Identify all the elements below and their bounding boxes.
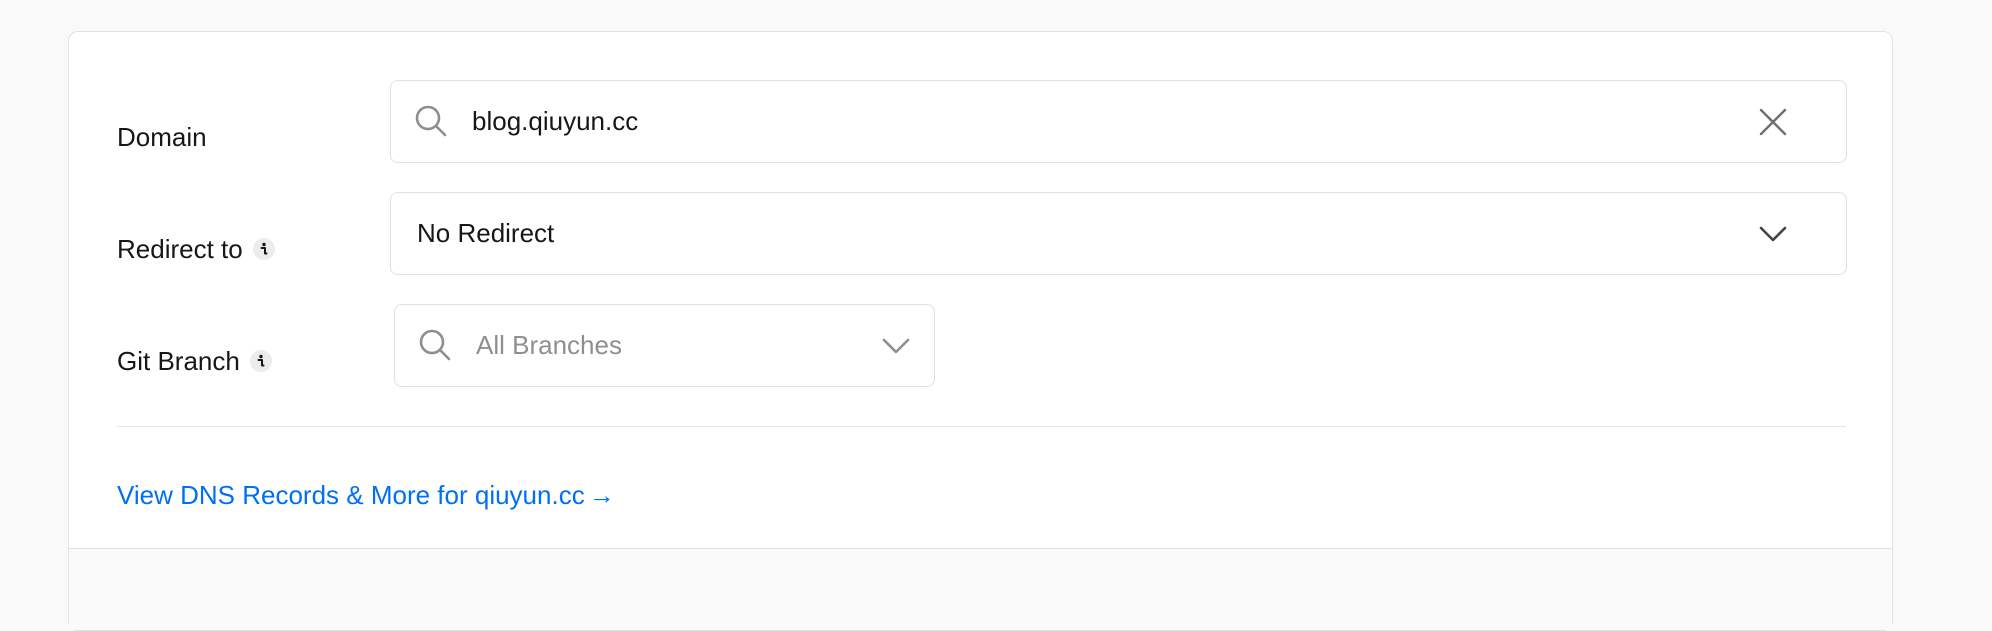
- arrow-right-icon: →: [588, 480, 615, 510]
- info-icon[interactable]: [249, 350, 272, 372]
- redirect-select[interactable]: No Redirect: [390, 192, 1847, 275]
- domain-input[interactable]: [472, 103, 1722, 139]
- redirect-selected-value: No Redirect: [417, 218, 555, 248]
- chevron-down-icon: [879, 330, 913, 362]
- git-branch-label: Git Branch: [117, 346, 272, 376]
- domain-label: Domain: [117, 122, 207, 152]
- redirect-label-text: Redirect to: [117, 234, 243, 264]
- git-branch-select[interactable]: All Branches: [394, 304, 935, 387]
- redirect-label: Redirect to: [117, 234, 275, 264]
- dns-link-text: View DNS Records & More for qiuyun.cc: [117, 480, 585, 510]
- view-dns-records-link[interactable]: View DNS Records & More for qiuyun.cc →: [117, 480, 615, 510]
- domain-settings-card: Domain Redirect to No Redirect: [68, 31, 1893, 631]
- git-branch-placeholder: All Branches: [476, 330, 622, 360]
- chevron-down-icon: [1756, 218, 1790, 250]
- close-icon[interactable]: [1756, 105, 1790, 139]
- section-divider: [117, 426, 1846, 427]
- search-icon: [413, 103, 449, 139]
- info-icon[interactable]: [252, 238, 275, 260]
- search-icon: [417, 327, 453, 363]
- card-footer: [69, 548, 1892, 630]
- domain-label-text: Domain: [117, 122, 207, 152]
- git-branch-label-text: Git Branch: [117, 346, 240, 376]
- domain-search-field[interactable]: [390, 80, 1847, 163]
